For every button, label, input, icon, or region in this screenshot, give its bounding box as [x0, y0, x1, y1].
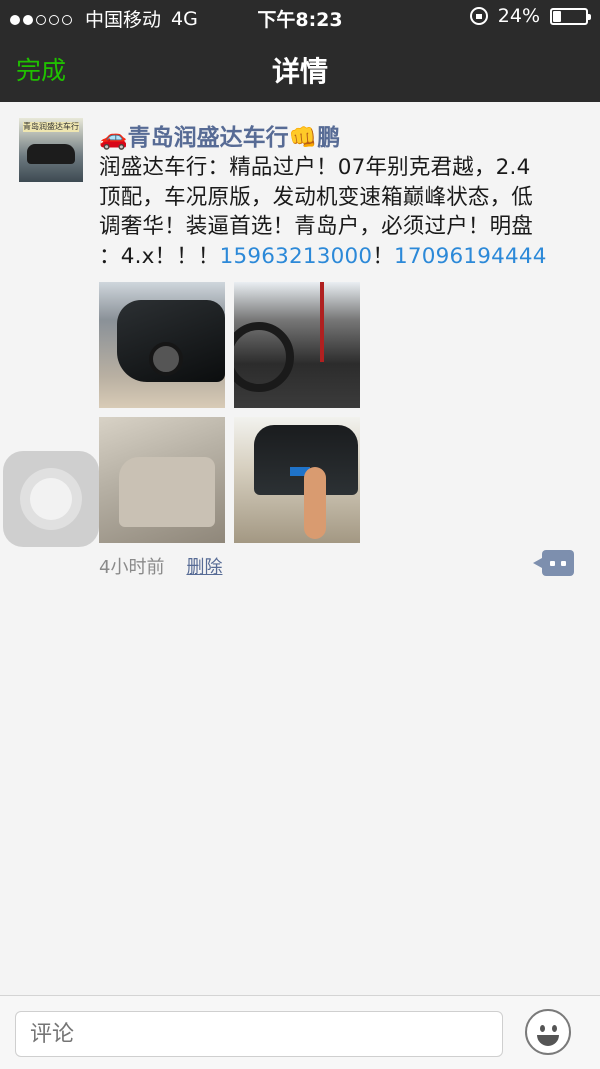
- phone-link-1[interactable]: 15963213000: [220, 244, 373, 269]
- avatar-caption: 青岛润盛达车行: [23, 122, 79, 132]
- delete-link[interactable]: 删除: [186, 557, 222, 578]
- photo-grid: [99, 282, 361, 544]
- photo-car-side[interactable]: [99, 282, 225, 408]
- page-title: 详情: [271, 55, 328, 88]
- comment-bar: [0, 995, 600, 1069]
- emoji-icon[interactable]: [525, 1009, 571, 1055]
- photo-car-seats[interactable]: [99, 417, 225, 543]
- post-time: 4小时前: [99, 557, 165, 578]
- assistive-touch-button[interactable]: [3, 451, 99, 547]
- post-meta: 4小时前 删除: [99, 553, 222, 579]
- phone-link-2[interactable]: 17096194444: [394, 244, 547, 269]
- navigation-bar: 完成 详情: [0, 34, 600, 102]
- comment-icon[interactable]: [533, 550, 574, 576]
- top-bar: 中国移动 4G 下午8:23 24% 完成 详情: [0, 0, 600, 102]
- battery-percent: 24%: [497, 5, 540, 27]
- comment-input[interactable]: [15, 1011, 503, 1057]
- photo-car-rear[interactable]: [234, 417, 360, 543]
- author-name[interactable]: 🚗青岛润盛达车行👊鹏: [99, 118, 340, 152]
- photo-car-interior[interactable]: [234, 282, 360, 408]
- rotation-lock-icon: [469, 7, 488, 25]
- phone-separator: ！: [372, 243, 395, 269]
- battery-icon: [550, 7, 591, 25]
- post-text: 润盛达车行：精品过户！07年别克君越，2.4 顶配，车况原版，发动机变速箱巅峰状…: [99, 153, 585, 271]
- avatar[interactable]: 青岛润盛达车行: [19, 118, 83, 182]
- status-bar: 中国移动 4G 下午8:23 24%: [0, 0, 600, 34]
